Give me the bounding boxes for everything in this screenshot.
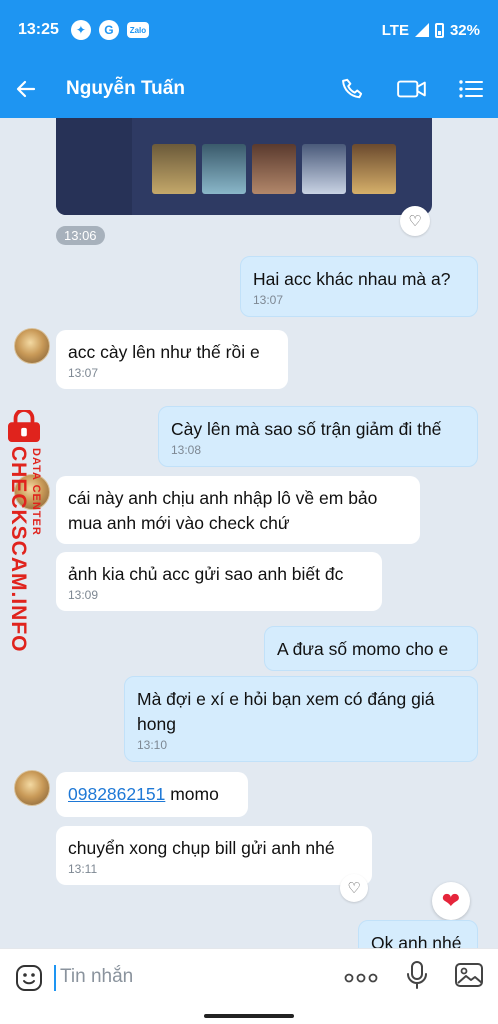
google-notification-icon: G — [98, 20, 119, 40]
message-time: 13:09 — [68, 588, 99, 602]
incoming-message[interactable]: chuyển xong chụp bill gửi anh nhé 13:11 — [56, 826, 372, 885]
outgoing-message[interactable]: A đưa số momo cho e — [264, 626, 478, 671]
message-text: cái này anh chịu anh nhập lô về em bảo m… — [68, 488, 378, 533]
menu-list-icon[interactable] — [458, 78, 484, 100]
chat-area[interactable]: ♡ 13:06 Hai acc khác nhau mà a? 13:07 ac… — [0, 118, 498, 948]
message-time: 13:10 — [137, 738, 168, 752]
incoming-message[interactable]: ảnh kia chủ acc gửi sao anh biết đc 13:0… — [56, 552, 382, 611]
image-picker-icon[interactable] — [454, 961, 484, 994]
chat-header: Nguyễn Tuấn — [0, 60, 498, 118]
incoming-message[interactable]: acc cày lên như thế rồi e 13:07 — [56, 330, 288, 389]
outgoing-message[interactable]: Cày lên mà sao số trận giảm đi thế 13:08 — [158, 406, 478, 467]
phone-number-link[interactable]: 0982862151 — [68, 784, 165, 804]
message-time-chip: 13:06 — [56, 226, 105, 245]
message-input[interactable]: Tin nhắn — [54, 964, 344, 991]
more-options-icon[interactable] — [344, 967, 378, 988]
microphone-icon[interactable] — [406, 960, 428, 995]
screenshot-card — [352, 144, 396, 194]
message-composer: Tin nhắn — [0, 948, 498, 1006]
react-heart-icon[interactable]: ♡ — [340, 874, 368, 902]
message-text: chuyển xong chụp bill gửi anh nhé — [68, 838, 335, 858]
watermark-brand: CHECKSCAM.INFO — [7, 446, 30, 653]
message-text: A đưa số momo cho e — [277, 639, 449, 659]
phone-call-icon[interactable] — [340, 76, 366, 102]
zalo-notification-icon: Zalo — [126, 22, 149, 38]
outgoing-message[interactable]: Mà đợi e xí e hỏi bạn xem có đáng giá ho… — [124, 676, 478, 762]
message-text: Mà đợi e xí e hỏi bạn xem có đáng giá ho… — [137, 689, 435, 734]
screenshot-card — [202, 144, 246, 194]
lock-icon — [8, 410, 40, 442]
signal-icon — [414, 23, 429, 37]
message-time: 13:07 — [253, 293, 284, 307]
message-text: Hai acc khác nhau mà a? — [253, 269, 451, 289]
screenshot-card — [152, 144, 196, 194]
shared-screenshot-image[interactable] — [56, 118, 432, 215]
sticker-emoji-icon[interactable] — [14, 963, 44, 993]
message-text: Ok anh nhé — [371, 933, 462, 948]
network-type: LTE — [381, 21, 409, 39]
outgoing-message[interactable]: Ok anh nhé — [358, 920, 478, 948]
messenger-notification-icon: ✦ — [70, 20, 91, 40]
battery-icon — [434, 22, 444, 38]
screenshot-menu-panel — [56, 118, 132, 215]
incoming-message[interactable]: cái này anh chịu anh nhập lô về em bảo m… — [56, 476, 420, 544]
message-text: acc cày lên như thế rồi e — [68, 342, 260, 362]
contact-avatar[interactable] — [14, 770, 50, 806]
screenshot-cards — [152, 144, 396, 194]
video-call-icon[interactable] — [396, 76, 428, 102]
message-text: momo — [165, 784, 219, 804]
react-heart-icon[interactable]: ♡ — [400, 206, 430, 236]
status-bar: 13:25 ✦ G Zalo LTE 32% — [0, 0, 498, 60]
reacted-heart-icon[interactable]: ❤ — [432, 882, 470, 920]
contact-avatar[interactable] — [14, 328, 50, 364]
message-text: ảnh kia chủ acc gửi sao anh biết đc — [68, 564, 344, 584]
outgoing-message[interactable]: Hai acc khác nhau mà a? 13:07 — [240, 256, 478, 317]
message-time: 13:11 — [68, 862, 98, 876]
status-time: 13:25 — [18, 21, 59, 38]
contact-name[interactable]: Nguyễn Tuấn — [66, 78, 185, 100]
status-indicators: LTE 32% — [382, 22, 480, 39]
checkscam-watermark: CHECKSCAM.INFO DATA CENTER — [2, 404, 56, 653]
message-time: 13:07 — [68, 366, 99, 380]
home-gesture-pill[interactable] — [204, 1014, 294, 1018]
screenshot-card — [252, 144, 296, 194]
back-arrow-icon[interactable] — [14, 77, 52, 101]
battery-level: 32% — [449, 21, 480, 39]
system-nav-bar — [0, 1006, 498, 1024]
watermark-subtitle: DATA CENTER — [30, 448, 42, 536]
message-text: Cày lên mà sao số trận giảm đi thế — [171, 419, 442, 439]
screenshot-card — [302, 144, 346, 194]
incoming-message[interactable]: 0982862151 momo — [56, 772, 248, 817]
message-time: 13:08 — [171, 443, 202, 457]
